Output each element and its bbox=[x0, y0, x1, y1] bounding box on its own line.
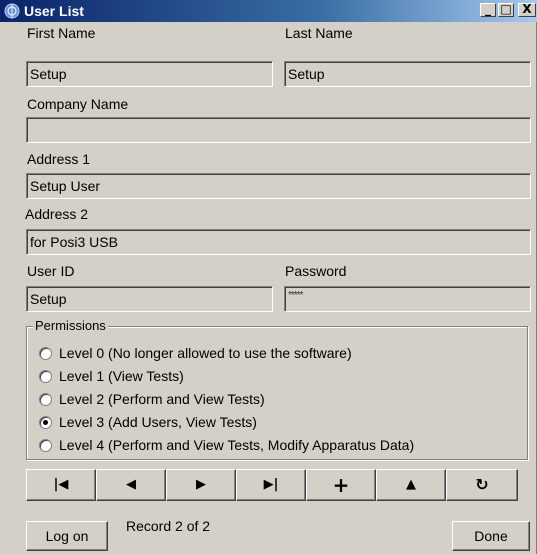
company-name-field[interactable] bbox=[26, 117, 531, 143]
address2-label: Address 2 bbox=[25, 206, 89, 222]
radio-level-0[interactable] bbox=[39, 347, 52, 360]
maximize-button[interactable]: □ bbox=[498, 3, 514, 17]
address2-field[interactable]: for Posi3 USB bbox=[26, 229, 531, 255]
add-record-button[interactable]: + bbox=[306, 469, 376, 501]
company-name-label: Company Name bbox=[27, 96, 129, 112]
address1-label: Address 1 bbox=[27, 151, 91, 167]
first-record-button[interactable]: |◀ bbox=[26, 469, 96, 501]
first-name-label: First Name bbox=[27, 25, 96, 41]
permission-level-label: Level 1 (View Tests) bbox=[59, 368, 184, 384]
window-title: User List bbox=[24, 3, 84, 19]
refresh-button[interactable]: ↻ bbox=[446, 469, 518, 501]
user-id-label: User ID bbox=[27, 263, 75, 279]
permission-level-label: Level 3 (Add Users, View Tests) bbox=[59, 414, 257, 430]
radio-level-4[interactable] bbox=[39, 439, 52, 452]
permissions-title: Permissions bbox=[33, 318, 108, 333]
record-position-text: Record 2 of 2 bbox=[126, 518, 211, 534]
post-edit-button[interactable]: ▲ bbox=[376, 469, 446, 501]
last-record-button[interactable]: ▶| bbox=[236, 469, 306, 501]
last-name-label: Last Name bbox=[285, 25, 353, 41]
radio-level-1[interactable] bbox=[39, 370, 52, 383]
prev-record-button[interactable]: ◀ bbox=[96, 469, 166, 501]
user-list-window: User List _ □ X First Name Last Name Set… bbox=[0, 0, 537, 554]
next-record-button[interactable]: ▶ bbox=[166, 469, 236, 501]
address1-field[interactable]: Setup User bbox=[26, 173, 531, 199]
permission-level-label: Level 2 (Perform and View Tests) bbox=[59, 391, 265, 407]
done-button[interactable]: Done bbox=[452, 521, 530, 551]
user-id-field[interactable]: Setup bbox=[26, 286, 273, 312]
last-name-field[interactable]: Setup bbox=[284, 61, 531, 87]
close-button[interactable]: X bbox=[518, 3, 536, 17]
app-icon bbox=[4, 3, 20, 19]
minimize-button[interactable]: _ bbox=[480, 3, 496, 17]
log-on-button[interactable]: Log on bbox=[26, 521, 108, 551]
radio-level-2[interactable] bbox=[39, 393, 52, 406]
radio-level-3[interactable] bbox=[39, 416, 52, 429]
title-bar[interactable]: User List _ □ X bbox=[0, 0, 537, 22]
password-label: Password bbox=[285, 263, 347, 279]
password-field[interactable]: ***** bbox=[284, 286, 531, 312]
record-navigator: |◀ ◀ ▶ ▶| + ▲ ↻ bbox=[26, 469, 518, 501]
permission-level-label: Level 4 (Perform and View Tests, Modify … bbox=[59, 437, 415, 453]
permission-level-label: Level 0 (No longer allowed to use the so… bbox=[59, 345, 352, 361]
first-name-field[interactable]: Setup bbox=[26, 61, 273, 87]
